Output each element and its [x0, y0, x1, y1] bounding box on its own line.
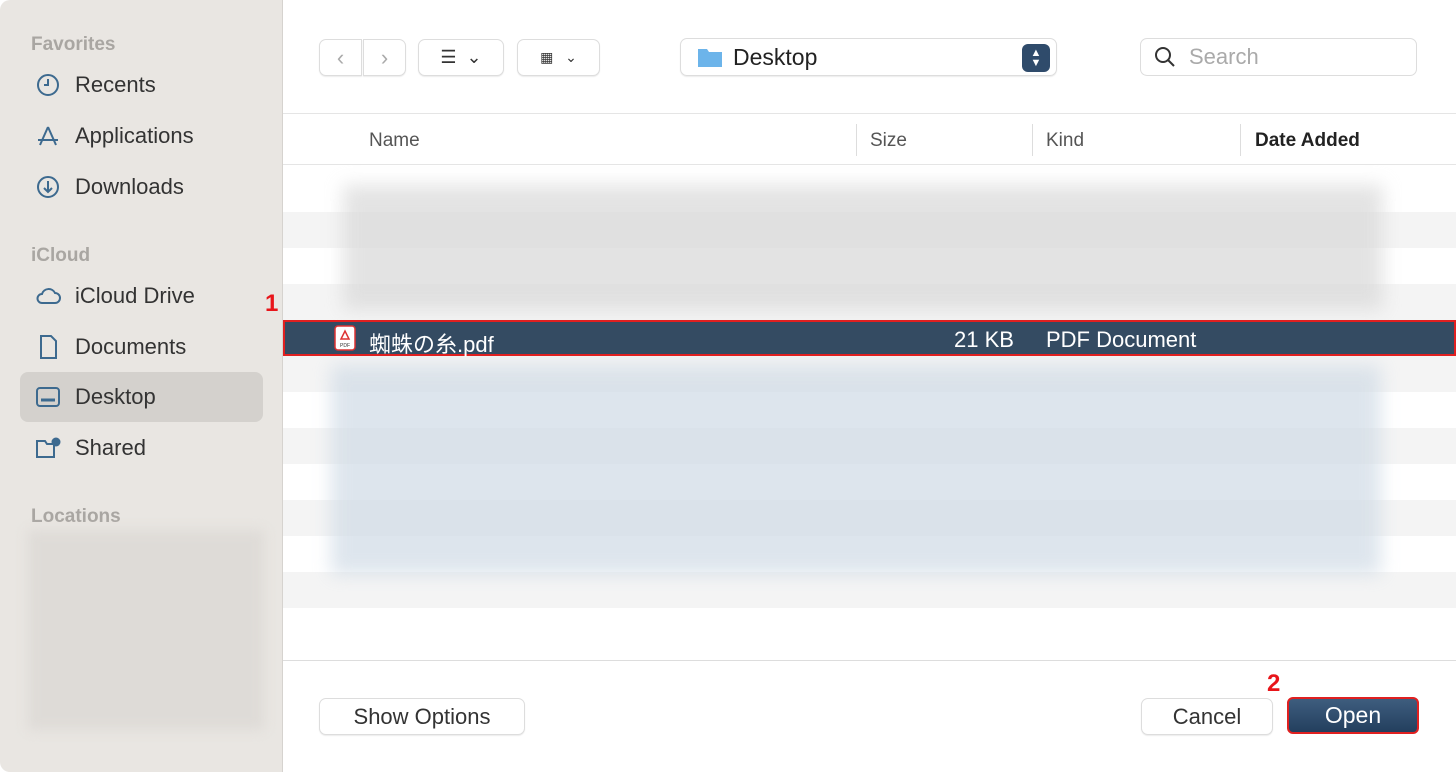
file-kind: PDF Document	[1046, 327, 1197, 352]
column-header: Name Size Kind Date Added	[283, 113, 1456, 165]
sidebar-item-label: Recents	[75, 72, 156, 97]
cancel-button[interactable]: Cancel	[1141, 698, 1273, 735]
location-label: Desktop	[733, 43, 818, 70]
view-list-button[interactable]: ☰ ⌄	[418, 39, 504, 76]
sidebar-item-applications[interactable]: Applications	[20, 111, 263, 161]
annotation-1: 1	[265, 290, 279, 317]
applications-icon	[38, 126, 58, 146]
show-options-button[interactable]: Show Options	[319, 698, 525, 735]
blurred-locations	[28, 530, 264, 730]
search-input[interactable]: Search	[1140, 38, 1417, 76]
document-icon	[40, 335, 57, 359]
file-name: 蜘蛛の糸.pdf	[369, 332, 494, 357]
search-icon	[1155, 47, 1175, 67]
blurred-files	[331, 365, 1381, 575]
sidebar-item-shared[interactable]: Shared	[20, 423, 263, 473]
updown-chevron-icon: ▲ ▼	[1022, 44, 1050, 72]
chevron-right-icon: ›	[380, 44, 389, 70]
file-size: 21 KB	[954, 327, 1014, 352]
column-kind[interactable]: Kind	[1046, 130, 1084, 152]
section-icloud: iCloud	[31, 245, 91, 266]
sidebar-item-label: Desktop	[75, 384, 156, 409]
column-date-added[interactable]: Date Added	[1255, 130, 1360, 152]
column-size[interactable]: Size	[870, 130, 907, 152]
list-icon: ☰ ⌄	[440, 47, 482, 67]
file-browser: ‹ › ☰ ⌄ ▦ ⌄ Desktop ▲ ▼ Search Name Size …	[283, 0, 1456, 772]
svg-text:PDF: PDF	[340, 343, 350, 349]
open-button[interactable]: Open	[1287, 697, 1419, 734]
sidebar-item-label: Shared	[75, 435, 146, 460]
sidebar-item-desktop[interactable]: Desktop	[20, 372, 263, 422]
sidebar-item-recents[interactable]: Recents	[20, 60, 263, 110]
desktop-icon	[36, 387, 60, 407]
sidebar-item-downloads[interactable]: Downloads	[20, 162, 263, 212]
column-name[interactable]: Name	[369, 130, 420, 152]
search-placeholder: Search	[1189, 44, 1259, 69]
section-favorites: Favorites	[31, 34, 116, 55]
table-row[interactable]	[283, 608, 1456, 644]
table-row[interactable]	[283, 572, 1456, 608]
sidebar-item-label: Applications	[75, 123, 194, 148]
grid-icon: ▦ ⌄	[540, 49, 577, 65]
back-button[interactable]: ‹	[319, 39, 362, 76]
pdf-file-icon: PDF	[334, 325, 356, 351]
sidebar-item-icloud-drive[interactable]: iCloud Drive	[20, 271, 263, 321]
sidebar-item-label: iCloud Drive	[75, 283, 195, 308]
forward-button[interactable]: ›	[363, 39, 406, 76]
section-locations: Locations	[31, 506, 121, 527]
download-icon	[37, 176, 59, 198]
sidebar-item-label: Documents	[75, 334, 187, 359]
group-button[interactable]: ▦ ⌄	[517, 39, 600, 76]
selected-file-row[interactable]: PDF 蜘蛛の糸.pdf 21 KB PDF Document	[283, 320, 1456, 357]
annotation-2: 2	[1267, 670, 1281, 697]
sidebar-item-label: Downloads	[75, 174, 184, 199]
divider	[1240, 124, 1241, 156]
clock-icon	[37, 74, 59, 96]
divider	[856, 124, 857, 156]
shared-folder-icon	[36, 437, 61, 458]
cloud-icon	[36, 288, 61, 304]
location-popup[interactable]: Desktop ▲ ▼	[680, 38, 1057, 76]
chevron-left-icon: ‹	[336, 44, 345, 70]
sidebar-item-documents[interactable]: Documents	[20, 322, 263, 372]
sidebar: Favorites Recents Applications Downloads…	[0, 0, 283, 772]
blurred-files	[343, 185, 1383, 310]
divider	[1032, 124, 1033, 156]
folder-icon	[698, 49, 722, 67]
